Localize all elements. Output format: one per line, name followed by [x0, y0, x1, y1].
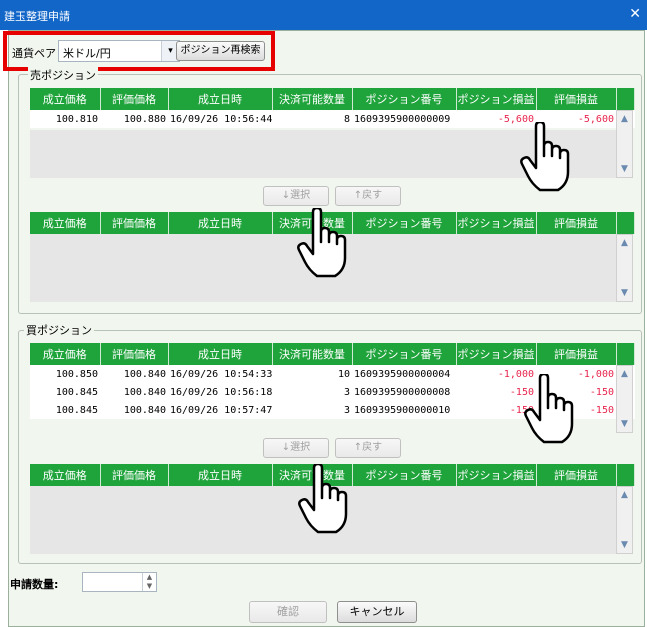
col-header-price[interactable]: 成立価格	[30, 212, 101, 234]
cell-position-no: 1609395900000004	[354, 368, 451, 380]
col-header-pnl[interactable]: ポジション損益	[456, 343, 537, 365]
cell-eval-price: 100.840	[123, 386, 166, 398]
cell-datetime: 16/09/26 10:56:44	[170, 113, 272, 125]
table-header-row: 成立価格 評価価格 成立日時 決済可能数量 ポジション番号 ポジション損益 評価…	[30, 88, 635, 110]
scroll-down-icon[interactable]: ▼	[617, 285, 632, 301]
col-header-eval-pnl[interactable]: 評価損益	[536, 212, 617, 234]
cell-position-no: 1609395900000008	[354, 386, 451, 398]
sell-selected-scrollbar[interactable]: ▲ ▼	[616, 234, 633, 302]
col-header-eval-price[interactable]: 評価価格	[100, 343, 169, 365]
sell-select-button[interactable]: ↓選択	[263, 186, 329, 206]
col-header-position-no[interactable]: ポジション番号	[352, 88, 457, 110]
col-header-qty[interactable]: 決済可能数量	[272, 88, 353, 110]
col-header-price[interactable]: 成立価格	[30, 88, 101, 110]
cell-position-no: 1609395900000009	[354, 113, 451, 125]
scroll-down-icon[interactable]: ▼	[617, 161, 632, 177]
cell-qty: 3	[343, 404, 350, 416]
col-header-eval-pnl[interactable]: 評価損益	[536, 343, 617, 365]
pointing-hand-icon	[298, 464, 348, 534]
cell-price: 100.810	[55, 113, 98, 125]
quantity-input[interactable]: ▲ ▼	[82, 572, 157, 592]
highlight-box	[3, 31, 275, 71]
col-header-datetime[interactable]: 成立日時	[168, 212, 273, 234]
sell-table-scrollbar[interactable]: ▲ ▼	[616, 110, 633, 178]
scroll-down-icon[interactable]: ▼	[617, 416, 632, 432]
cell-price: 100.850	[55, 368, 98, 380]
cell-qty: 8	[343, 113, 350, 125]
buy-return-button[interactable]: ↑戻す	[335, 438, 401, 458]
cell-eval-price: 100.840	[123, 368, 166, 380]
cell-eval-price: 100.840	[123, 404, 166, 416]
confirm-button[interactable]: 確認	[249, 601, 327, 623]
col-header-eval-price[interactable]: 評価価格	[100, 212, 169, 234]
scroll-up-icon[interactable]: ▲	[617, 487, 632, 503]
col-header-datetime[interactable]: 成立日時	[168, 88, 273, 110]
cell-datetime: 16/09/26 10:56:18	[170, 386, 272, 398]
col-header-position-no[interactable]: ポジション番号	[352, 343, 457, 365]
col-header-pnl[interactable]: ポジション損益	[456, 464, 537, 486]
col-header-eval-price[interactable]: 評価価格	[100, 464, 169, 486]
pointing-hand-icon	[520, 122, 570, 192]
col-header-eval-pnl[interactable]: 評価損益	[536, 464, 617, 486]
sell-position-legend: 売ポジション	[28, 67, 98, 83]
cell-price: 100.845	[55, 404, 98, 416]
col-header-pnl[interactable]: ポジション損益	[456, 212, 537, 234]
cell-price: 100.845	[55, 386, 98, 398]
col-header-price[interactable]: 成立価格	[30, 343, 101, 365]
spinner-icon[interactable]: ▲ ▼	[142, 573, 156, 591]
col-header-eval-price[interactable]: 評価価格	[100, 88, 169, 110]
buy-selected-scrollbar[interactable]: ▲ ▼	[616, 486, 633, 554]
title-bar: 建玉整理申請 ✕	[0, 0, 647, 30]
col-header-position-no[interactable]: ポジション番号	[352, 212, 457, 234]
scroll-up-icon[interactable]: ▲	[617, 235, 632, 251]
col-header-datetime[interactable]: 成立日時	[168, 343, 273, 365]
cell-position-no: 1609395900000010	[354, 404, 451, 416]
table-header-row: 成立価格 評価価格 成立日時 決済可能数量 ポジション番号 ポジション損益 評価…	[30, 343, 635, 365]
cell-qty: 3	[343, 386, 350, 398]
col-header-position-no[interactable]: ポジション番号	[352, 464, 457, 486]
col-header-pnl[interactable]: ポジション損益	[456, 88, 537, 110]
col-header-price[interactable]: 成立価格	[30, 464, 101, 486]
sell-return-button[interactable]: ↑戻す	[335, 186, 401, 206]
quantity-label: 申請数量:	[10, 578, 59, 591]
cell-datetime: 16/09/26 10:57:47	[170, 404, 272, 416]
buy-select-button[interactable]: ↓選択	[263, 438, 329, 458]
pointing-hand-icon	[297, 208, 347, 278]
buy-table-scrollbar[interactable]: ▲ ▼	[616, 365, 633, 433]
cell-datetime: 16/09/26 10:54:33	[170, 368, 272, 380]
cancel-button[interactable]: キャンセル	[337, 601, 417, 623]
scroll-up-icon[interactable]: ▲	[617, 366, 632, 382]
scroll-up-icon[interactable]: ▲	[617, 111, 632, 127]
window-title: 建玉整理申請	[4, 10, 70, 23]
col-header-datetime[interactable]: 成立日時	[168, 464, 273, 486]
close-icon[interactable]: ✕	[629, 6, 641, 22]
cell-eval-price: 100.880	[123, 113, 166, 125]
col-header-qty[interactable]: 決済可能数量	[272, 343, 353, 365]
cell-qty: 10	[337, 368, 350, 380]
col-header-eval-pnl[interactable]: 評価損益	[536, 88, 617, 110]
pointing-hand-icon	[524, 374, 574, 444]
scroll-down-icon[interactable]: ▼	[617, 537, 632, 553]
buy-position-legend: 買ポジション	[24, 322, 94, 338]
